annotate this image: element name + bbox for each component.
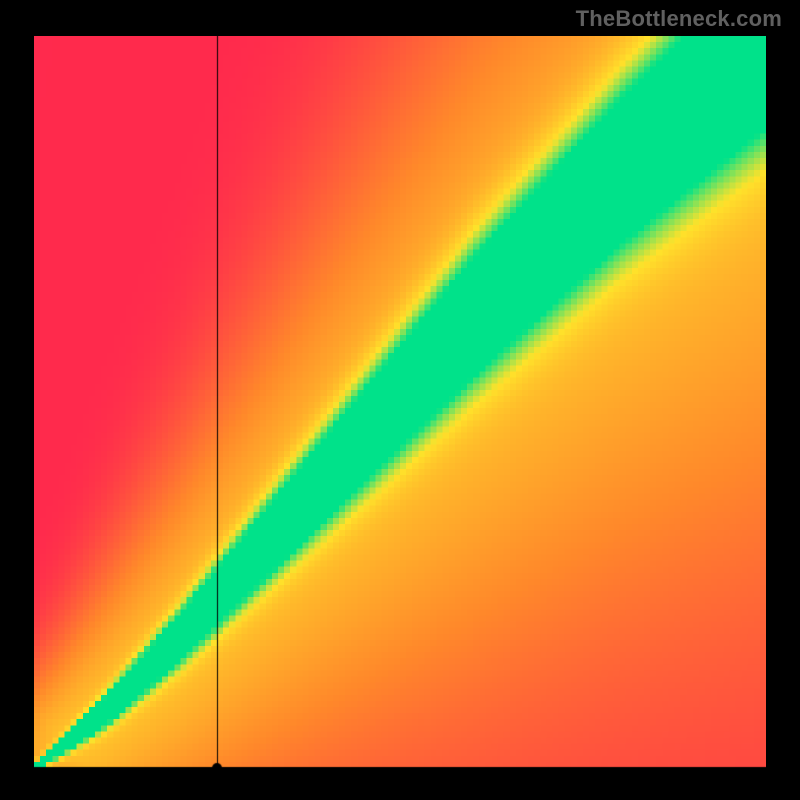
watermark-text: TheBottleneck.com [576,6,782,32]
bottleneck-heatmap [34,36,766,768]
chart-frame: TheBottleneck.com [0,0,800,800]
